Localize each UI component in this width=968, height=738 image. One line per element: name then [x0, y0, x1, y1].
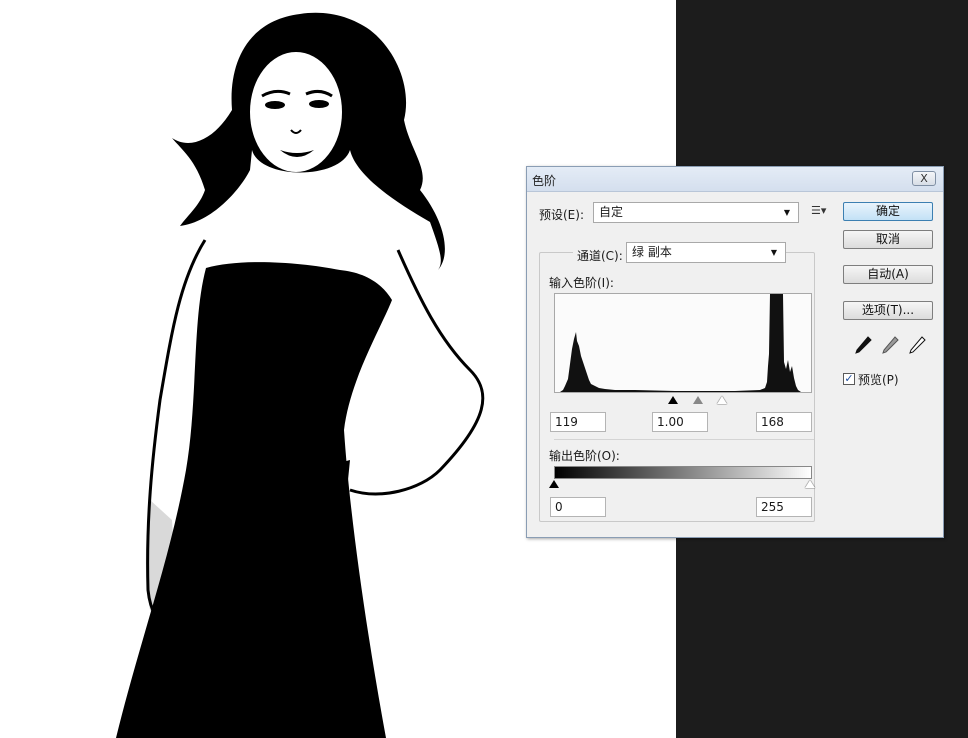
chevron-down-icon: ▼: [770, 248, 777, 257]
input-levels-label: 输入色阶(I):: [549, 276, 614, 290]
output-black-slider[interactable]: [549, 480, 559, 488]
dialog-titlebar[interactable]: 色阶 X: [527, 167, 943, 192]
histogram-graph: [560, 294, 801, 392]
input-black-field[interactable]: 119: [550, 412, 606, 432]
preset-select[interactable]: 自定 ▼: [593, 202, 799, 223]
input-black-slider[interactable]: [668, 396, 678, 404]
divider: [554, 439, 814, 440]
preset-menu-icon[interactable]: ☰▾: [811, 204, 826, 217]
input-gamma-field[interactable]: 1.00: [652, 412, 708, 432]
gray-eyedropper-icon[interactable]: [880, 335, 900, 357]
preset-label: 预设(E):: [539, 208, 584, 222]
channel-label: 通道(C):: [573, 247, 627, 264]
cancel-button[interactable]: 取消: [843, 230, 933, 249]
levels-dialog: 色阶 X 预设(E): 自定 ▼ ☰▾ 通道(C): 绿 副本 ▼ 输入色阶(I…: [526, 166, 944, 538]
output-white-slider[interactable]: [805, 480, 815, 488]
channel-value: 绿 副本: [632, 245, 672, 259]
close-button[interactable]: X: [912, 171, 936, 186]
output-white-field[interactable]: 255: [756, 497, 812, 517]
output-gradient-bar: [554, 466, 812, 479]
input-white-slider[interactable]: [717, 396, 727, 404]
input-white-field[interactable]: 168: [756, 412, 812, 432]
histogram: [554, 293, 812, 393]
options-button[interactable]: 选项(T)...: [843, 301, 933, 320]
preset-value: 自定: [599, 205, 624, 219]
input-gamma-slider[interactable]: [693, 396, 703, 404]
dialog-title: 色阶: [532, 174, 557, 188]
preview-checkbox[interactable]: ✓: [843, 373, 855, 385]
black-eyedropper-icon[interactable]: [853, 335, 873, 357]
channel-select[interactable]: 绿 副本 ▼: [626, 242, 786, 263]
auto-button[interactable]: 自动(A): [843, 265, 933, 284]
output-levels-label: 输出色阶(O):: [549, 449, 620, 463]
white-eyedropper-icon[interactable]: [907, 335, 927, 357]
output-black-field[interactable]: 0: [550, 497, 606, 517]
chevron-down-icon: ▼: [783, 208, 790, 217]
ok-button[interactable]: 确定: [843, 202, 933, 221]
close-icon: X: [920, 172, 928, 185]
preview-label: 预览(P): [858, 373, 899, 387]
